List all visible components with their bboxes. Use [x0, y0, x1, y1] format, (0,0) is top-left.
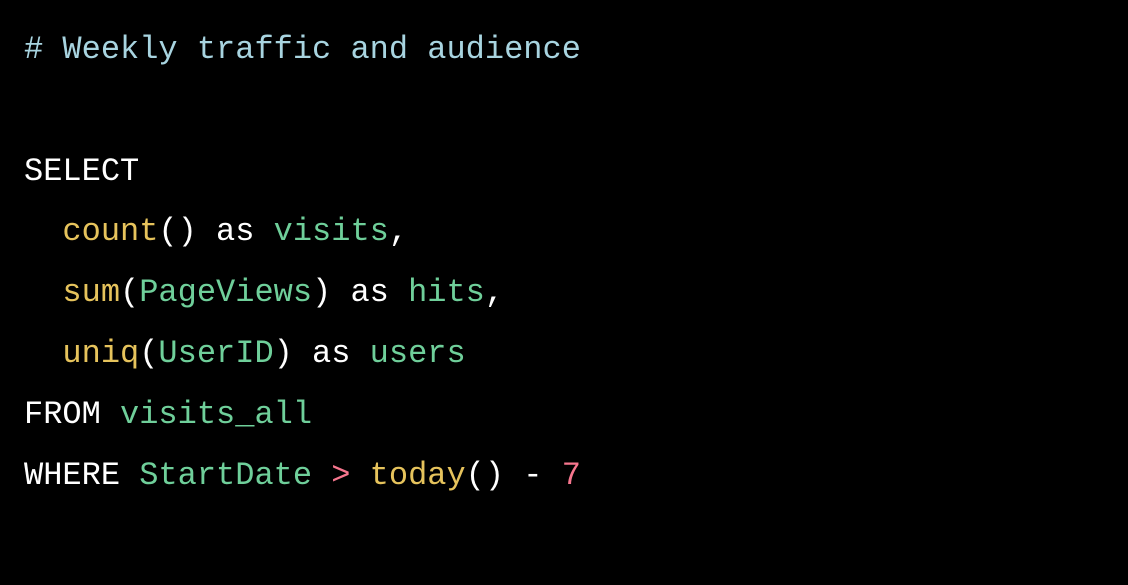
- literal-seven: 7: [562, 457, 581, 494]
- col-pageviews: PageViews: [139, 274, 312, 311]
- keyword-where: WHERE: [24, 457, 139, 494]
- col-startdate: StartDate: [139, 457, 312, 494]
- table-visits-all: visits_all: [120, 396, 312, 433]
- alias-users: users: [370, 335, 466, 372]
- op-minus: -: [504, 457, 562, 494]
- keyword-select: SELECT: [24, 153, 139, 190]
- fn-uniq: uniq: [62, 335, 139, 372]
- alias-hits: hits: [408, 274, 485, 311]
- comment-line: # Weekly traffic and audience: [24, 31, 581, 68]
- fn-count: count: [62, 213, 158, 250]
- alias-visits: visits: [274, 213, 389, 250]
- fn-today: today: [370, 457, 466, 494]
- col-userid: UserID: [158, 335, 273, 372]
- fn-sum: sum: [62, 274, 120, 311]
- code-block: # Weekly traffic and audience SELECT cou…: [24, 20, 1104, 506]
- op-gt: >: [312, 457, 370, 494]
- keyword-from: FROM: [24, 396, 120, 433]
